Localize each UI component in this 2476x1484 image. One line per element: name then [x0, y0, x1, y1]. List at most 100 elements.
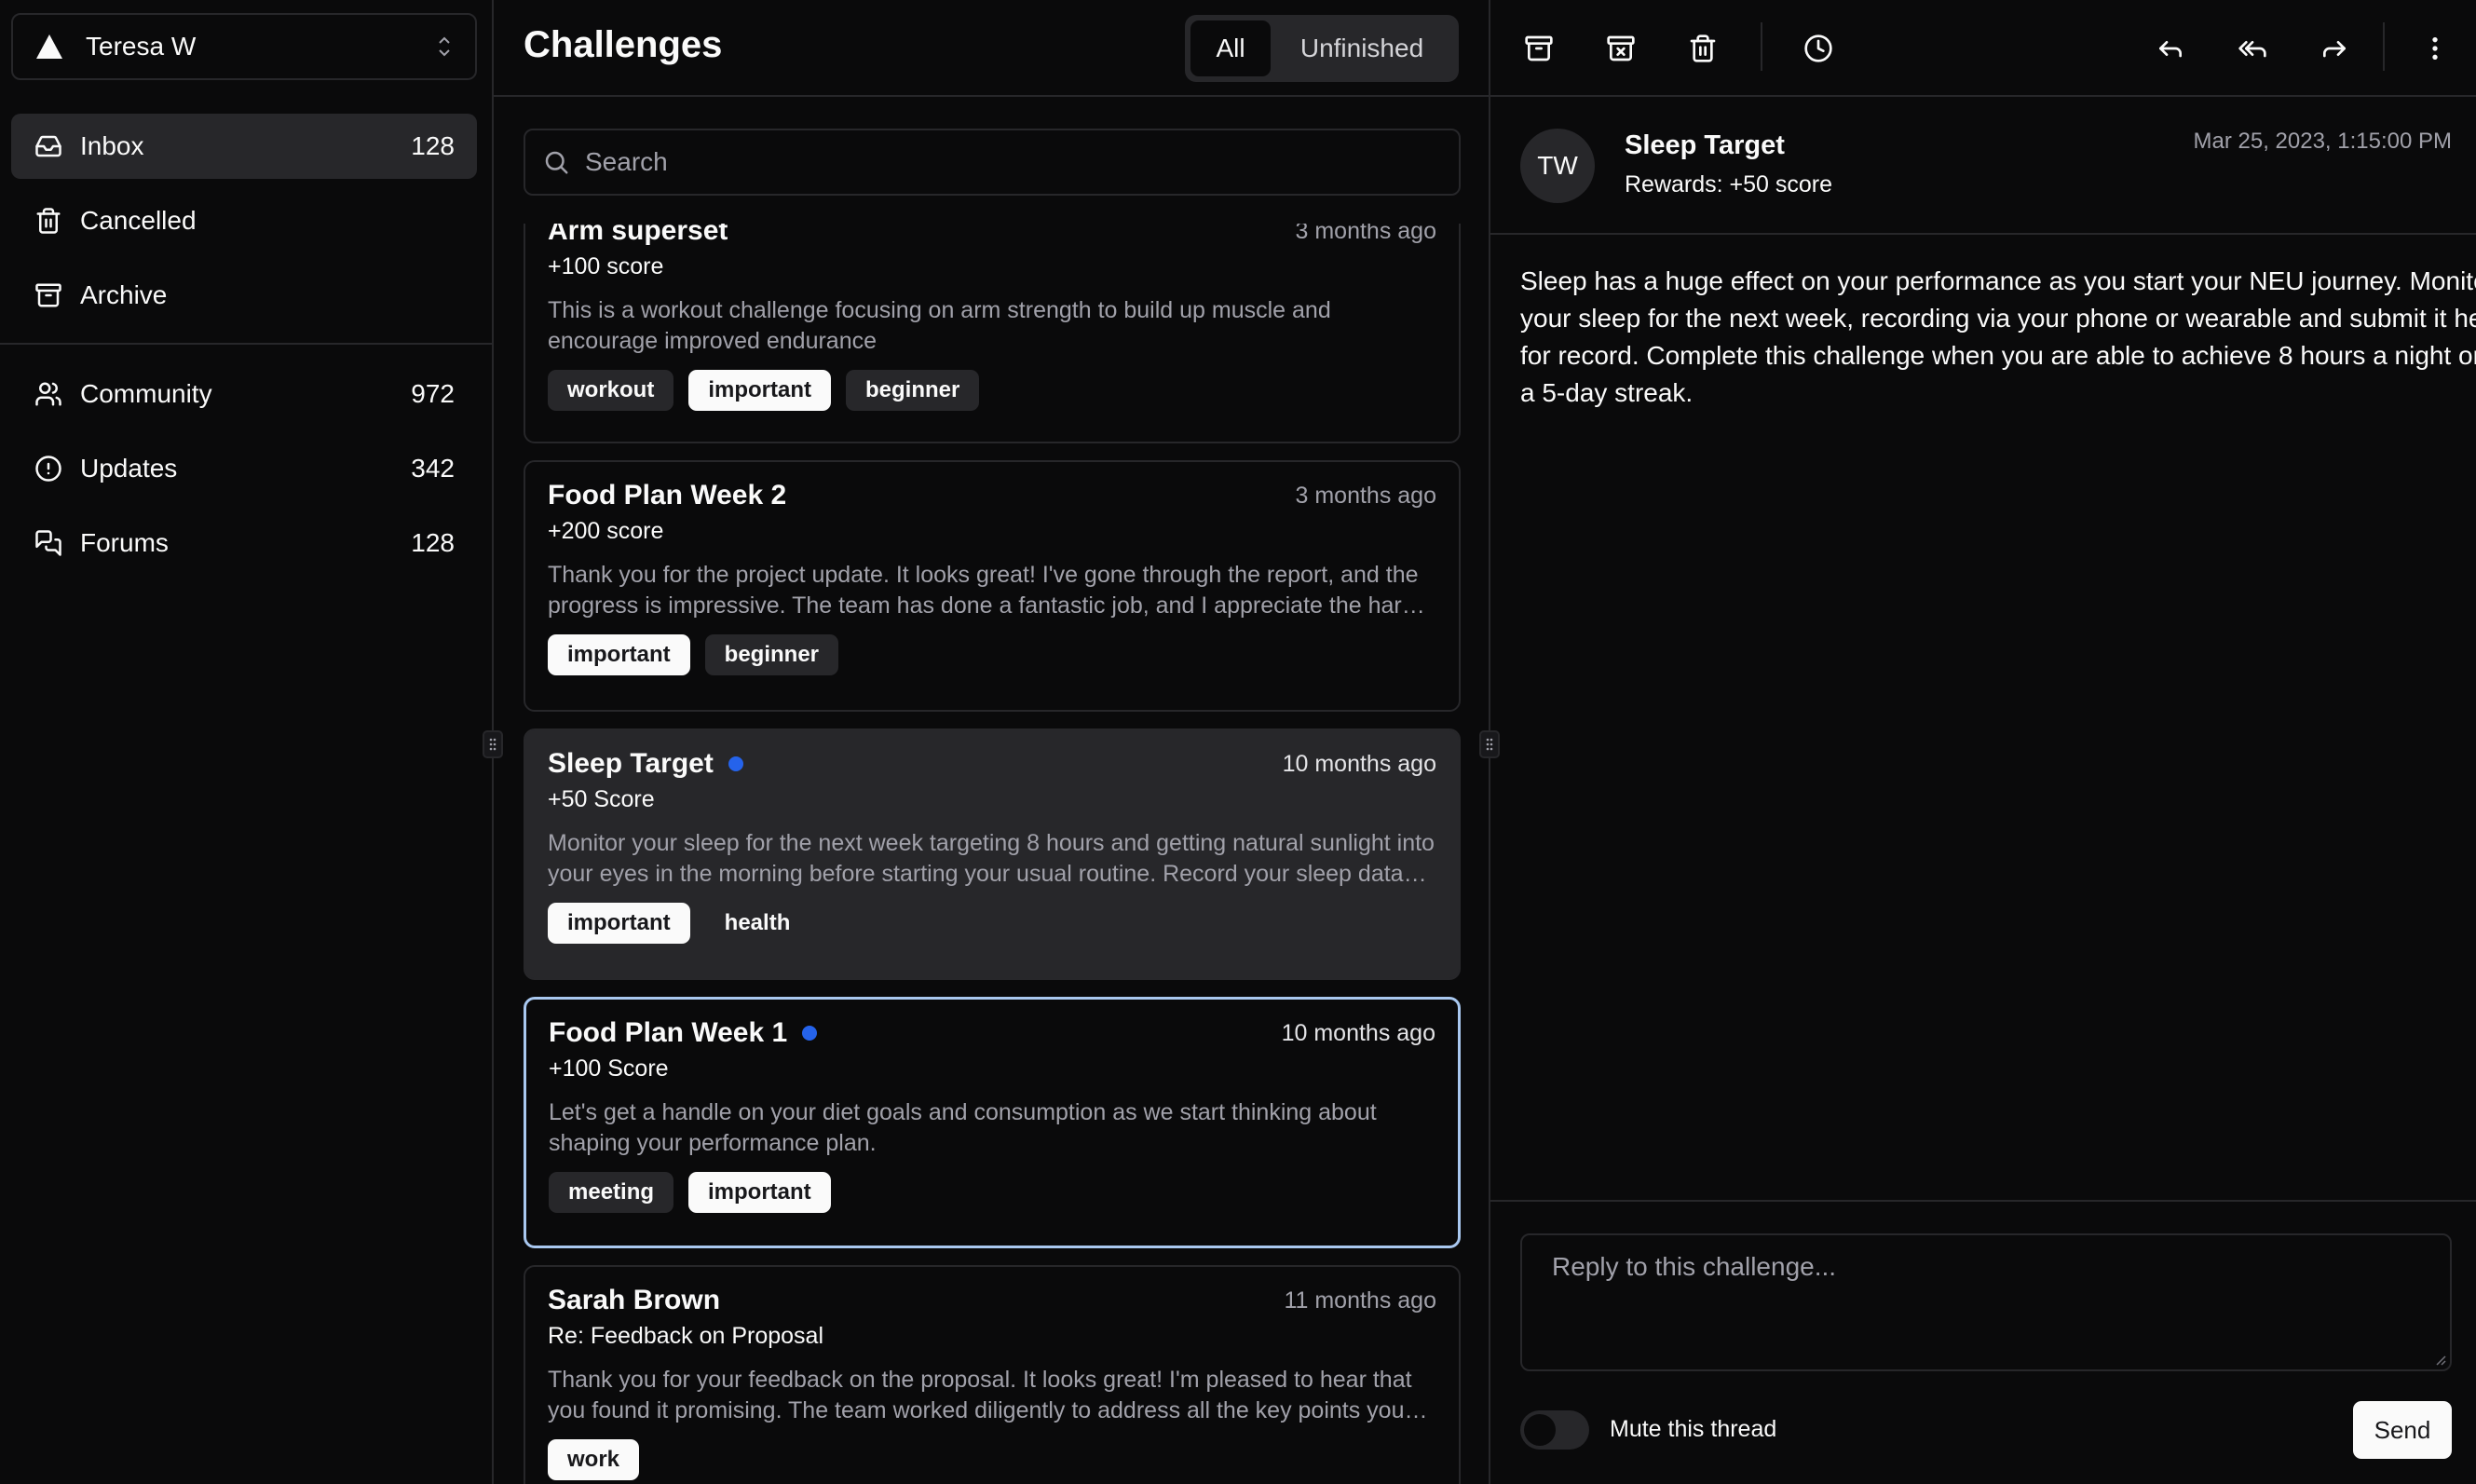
message-body: Sleep has a huge effect on your performa… — [1520, 266, 2476, 407]
tab-all[interactable]: All — [1190, 20, 1271, 76]
alert-circle-icon — [34, 454, 63, 483]
triangle-logo-icon — [36, 34, 62, 59]
reply-form: Mute this thread Send — [1490, 1200, 2476, 1484]
list-item-subtitle: +100 score — [548, 253, 664, 279]
tag-list: important health — [548, 903, 1436, 944]
message-date: Mar 25, 2023, 1:15:00 PM — [2193, 129, 2453, 154]
list-item-preview: Thank you for your feedback on the propo… — [548, 1367, 1412, 1423]
list-item[interactable]: Sarah Brown 11 months ago Re: Feedback o… — [524, 1265, 1461, 1484]
sidebar-item-count: 128 — [411, 131, 455, 160]
tag-badge: beginner — [704, 634, 839, 675]
challenge-list: Arm superset 3 months ago +100 score Thi… — [524, 224, 1461, 1484]
reply-icon[interactable] — [2152, 30, 2189, 67]
list-item[interactable]: Sleep Target 10 months ago +50 Score Mon… — [524, 728, 1461, 980]
sidebar-item-label: Updates — [80, 454, 178, 483]
sidebar-item-inbox[interactable]: Inbox 128 — [11, 114, 477, 179]
reply-all-icon[interactable] — [2234, 30, 2271, 67]
list-item-header: Arm superset 3 months ago — [548, 224, 1436, 250]
tag-list: meeting important — [549, 1172, 1435, 1213]
tag-badge: important — [688, 1172, 831, 1213]
list-item-header: Food Plan Week 2 3 months ago — [548, 477, 1436, 514]
tag-list: work — [548, 1439, 1436, 1480]
more-vertical-icon[interactable] — [2416, 30, 2454, 67]
app-window: Teresa W Inbox 128 Cancelled Archive Com… — [0, 0, 2476, 1484]
list-item-time: 3 months ago — [1295, 224, 1437, 244]
list-item-time: 11 months ago — [1284, 1287, 1436, 1314]
list-item-subtitle: +100 Score — [549, 1055, 669, 1082]
archive-icon[interactable] — [1520, 30, 1558, 67]
archive-icon — [34, 280, 63, 310]
list-item-title: Arm superset — [548, 224, 728, 246]
primary-nav: Inbox 128 Cancelled Archive — [11, 114, 477, 337]
sidebar-item-count: 342 — [411, 454, 455, 483]
list-item[interactable]: Arm superset 3 months ago +100 score Thi… — [524, 224, 1461, 443]
message-title: Sleep Target — [1625, 130, 1785, 160]
unread-dot-icon — [728, 756, 743, 771]
list-item-header: Sleep Target 10 months ago — [548, 745, 1436, 783]
sidebar-item-label: Community — [80, 379, 212, 408]
sidebar-divider — [0, 343, 494, 345]
mute-toggle[interactable] — [1520, 1410, 1589, 1450]
list-item-time: 10 months ago — [1281, 1019, 1435, 1046]
list-item-title: Food Plan Week 2 — [548, 480, 787, 511]
tag-badge: important — [548, 634, 690, 675]
page-title: Challenges — [524, 24, 723, 65]
list-header: Challenges All Unfinished — [494, 0, 1489, 97]
list-item-preview: Monitor your sleep for the next week tar… — [548, 830, 1435, 887]
tag-badge: workout — [548, 370, 674, 411]
resize-grip-icon[interactable] — [2433, 1353, 2446, 1366]
avatar: TW — [1520, 129, 1595, 203]
clock-icon[interactable] — [1800, 30, 1837, 67]
messages-icon — [34, 528, 63, 558]
list-item-selected[interactable]: Food Plan Week 1 10 months ago +100 Scor… — [524, 997, 1461, 1248]
sidebar-item-label: Forums — [80, 528, 169, 557]
list-item-time: 3 months ago — [1295, 482, 1437, 509]
chevrons-up-down-icon — [439, 36, 450, 57]
tag-badge: work — [548, 1439, 640, 1480]
list-item-preview: This is a workout challenge focusing on … — [548, 297, 1331, 354]
sidebar-item-label: Cancelled — [80, 206, 197, 235]
send-button[interactable]: Send — [2353, 1401, 2452, 1459]
list-item-subtitle: +50 Score — [548, 786, 655, 812]
tag-list: workout important beginner — [548, 370, 1436, 411]
tab-unfinished[interactable]: Unfinished — [1271, 20, 1453, 76]
toolbar-divider — [1761, 22, 1762, 71]
mute-label: Mute this thread — [1610, 1416, 1777, 1442]
account-name: Teresa W — [86, 32, 197, 61]
tag-badge: beginner — [846, 370, 980, 411]
trash-icon — [34, 206, 63, 236]
account-switcher[interactable]: Teresa W — [11, 13, 477, 80]
list-item[interactable]: Food Plan Week 2 3 months ago +200 score… — [524, 460, 1461, 712]
list-item-title: Sarah Brown — [548, 1285, 721, 1315]
filter-tabs: All Unfinished — [1185, 15, 1459, 82]
search-input[interactable] — [585, 147, 1459, 177]
inbox-icon — [34, 131, 63, 161]
trash-icon[interactable] — [1684, 30, 1721, 67]
list-item-subtitle: Re: Feedback on Proposal — [548, 1323, 824, 1349]
toggle-knob — [1524, 1414, 1556, 1446]
list-item-subtitle: +200 score — [548, 518, 664, 544]
sidebar-item-forums[interactable]: Forums 128 — [11, 511, 477, 576]
unread-dot-icon — [802, 1026, 818, 1041]
sidebar-item-cancelled[interactable]: Cancelled — [11, 188, 477, 253]
sidebar-item-count: 128 — [411, 528, 455, 557]
message-rewards: Rewards: +50 score — [1625, 171, 1833, 197]
sidebar-item-label: Archive — [80, 280, 168, 309]
sidebar-item-community[interactable]: Community 972 — [11, 361, 477, 427]
list-item-title: Food Plan Week 1 — [549, 1017, 788, 1048]
sidebar-item-updates[interactable]: Updates 342 — [11, 436, 477, 501]
reply-textarea[interactable] — [1552, 1252, 2420, 1353]
tag-badge: important — [688, 370, 831, 411]
reply-box — [1520, 1233, 2452, 1371]
archive-x-icon[interactable] — [1602, 30, 1639, 67]
forward-icon[interactable] — [2316, 30, 2353, 67]
users-icon — [34, 379, 63, 409]
search-box — [524, 129, 1461, 196]
challenges-panel: Challenges All Unfinished Arm superset 3… — [494, 0, 1500, 1484]
toolbar-divider — [2383, 22, 2385, 71]
sidebar-item-label: Inbox — [80, 131, 144, 160]
tag-badge: important — [548, 903, 690, 944]
message-header: TW Sleep Target Rewards: +50 score Mar 2… — [1490, 97, 2476, 235]
list-item-preview: Thank you for the project update. It loo… — [548, 562, 1419, 619]
sidebar-item-archive[interactable]: Archive — [11, 263, 477, 328]
